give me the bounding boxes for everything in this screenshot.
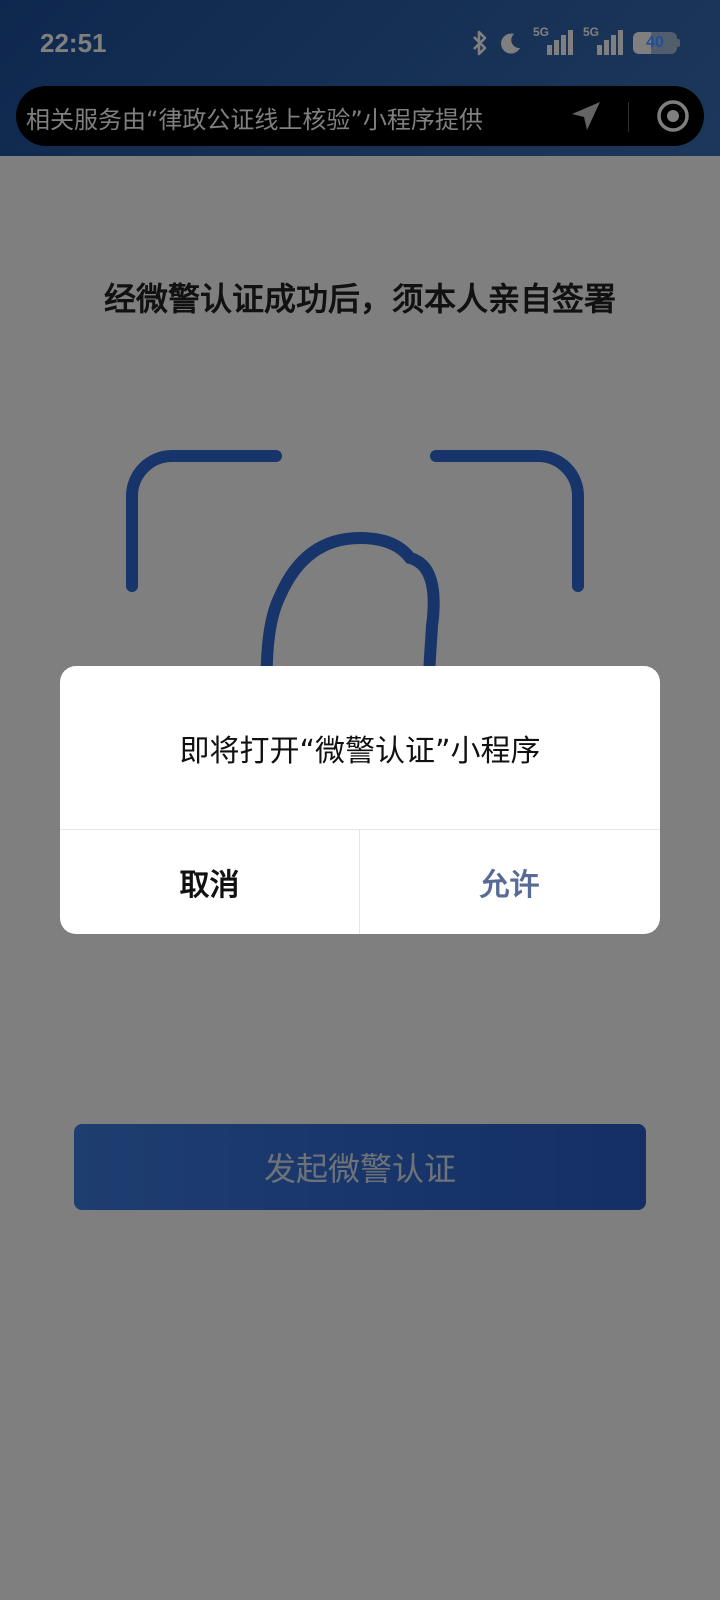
dialog-message: 即将打开“微警认证”小程序 [179, 734, 541, 769]
open-mini-program-dialog: 即将打开“微警认证”小程序 取消 允许 [60, 666, 660, 934]
cancel-button[interactable]: 取消 [60, 830, 359, 934]
allow-button[interactable]: 允许 [360, 830, 659, 934]
battery-percent: 40 [646, 34, 664, 51]
